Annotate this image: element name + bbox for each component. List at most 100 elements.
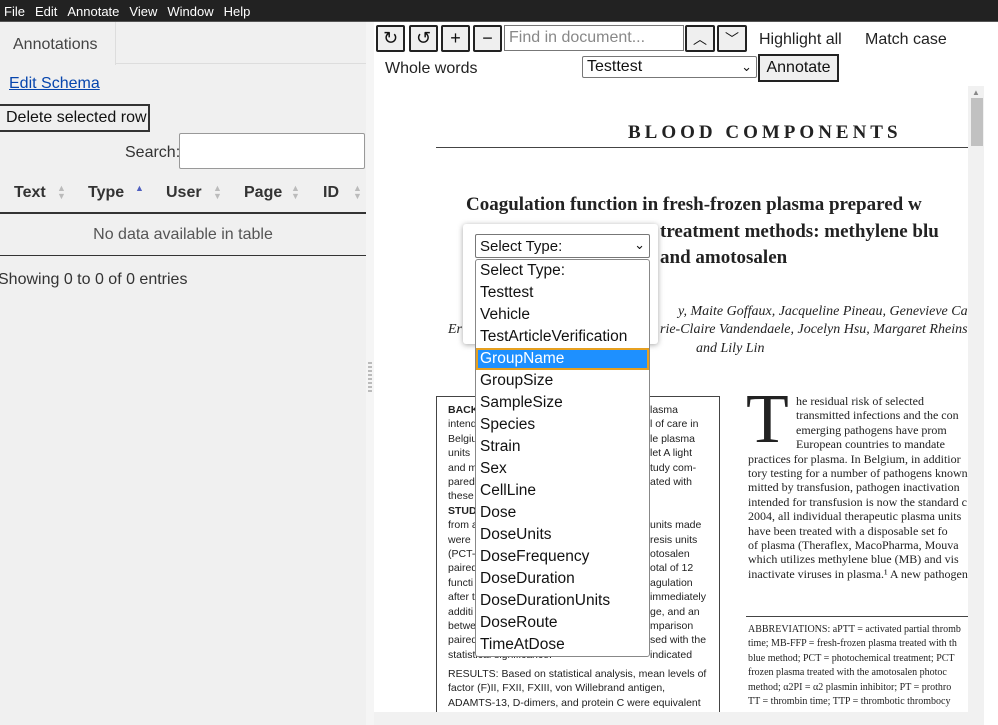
column-header-page[interactable]: Page (244, 184, 282, 202)
zoom-out-button[interactable]: − (473, 25, 502, 52)
no-data-message: No data available in table (93, 226, 273, 243)
abstract-line: l of care in (650, 418, 699, 431)
abstract-line: agulation (650, 576, 693, 589)
author-line: and Lily Lin (696, 341, 765, 356)
abstract-line: RESULTS: Based on statistical analysis, … (448, 668, 707, 680)
select-option[interactable]: DoseFrequency (476, 546, 649, 568)
abbreviation-line: blue method; PCT = photochemical treatme… (748, 652, 955, 664)
body-line: have been treated with a disposable set … (748, 523, 948, 538)
menu-help[interactable]: Help (220, 0, 257, 22)
column-header-id[interactable]: ID (323, 184, 339, 202)
rotate-counterclockwise-button[interactable]: ↺ (409, 25, 438, 52)
menu-window[interactable]: Window (163, 0, 219, 22)
horizontal-scrollbar[interactable] (374, 712, 968, 725)
whole-words-option[interactable]: Whole words (385, 60, 477, 78)
chevron-down-icon: ⌄ (634, 237, 645, 252)
column-header-user[interactable]: User (166, 184, 202, 202)
rotate-clockwise-button[interactable]: ↻ (376, 25, 405, 52)
minus-icon: − (482, 28, 493, 48)
find-next-button[interactable]: ﹀ (717, 25, 747, 52)
select-option[interactable]: Sex (476, 458, 649, 480)
column-header-text[interactable]: Text (14, 184, 46, 202)
chevron-down-icon: ﹀ (725, 30, 739, 47)
sort-icon: ▲ ▼ (291, 183, 300, 201)
abstract-line: after t (448, 591, 475, 604)
sort-icon: ▲ ▼ (353, 183, 362, 201)
find-in-document-input[interactable]: Find in document... (504, 25, 684, 51)
select-option[interactable]: Select Type: (476, 260, 649, 282)
plus-icon: + (450, 28, 461, 48)
delete-selected-row-button[interactable]: Delete selected row (0, 104, 150, 132)
select-type-dropdown[interactable]: Select Type: ⌄ (475, 234, 650, 258)
table-info: Showing 0 to 0 of 0 entries (0, 271, 188, 288)
menu-annotate[interactable]: Annotate (63, 0, 125, 22)
article-title-line: treatment methods: methylene blu (660, 221, 939, 242)
select-option[interactable]: DoseDuration (476, 568, 649, 590)
select-option[interactable]: Testtest (476, 282, 649, 304)
match-case-option[interactable]: Match case (865, 31, 947, 49)
search-input[interactable] (179, 133, 365, 169)
select-option[interactable]: DoseUnits (476, 524, 649, 546)
chevron-down-icon: ⌄ (741, 59, 752, 74)
select-option[interactable]: DoseDurationUnits (476, 590, 649, 612)
highlight-all-option[interactable]: Highlight all (759, 31, 842, 49)
select-option[interactable]: Vehicle (476, 304, 649, 326)
body-line: intended for transfusion is now the stan… (748, 494, 967, 509)
abstract-line: from a (448, 519, 478, 532)
drop-cap: T (746, 381, 789, 458)
select-type-value: Select Type: (480, 238, 563, 255)
annotate-button[interactable]: Annotate (758, 54, 839, 82)
body-line: inactivate viruses in plasma.¹ A new pat… (748, 566, 968, 581)
select-option[interactable]: CellLine (476, 480, 649, 502)
body-line: of plasma (Theraflex, MacoPharma, Mouva (748, 538, 959, 552)
abstract-line: let A light (650, 447, 693, 460)
scrollbar-thumb[interactable] (971, 98, 983, 146)
abstract-line: le plasma (650, 432, 695, 445)
vertical-scrollbar[interactable]: ▲ (968, 86, 984, 725)
document-panel: ↻ ↺ + − Find in document... ︿ ﹀ Highligh… (374, 22, 998, 725)
abstract-line: units made (650, 519, 702, 532)
select-option[interactable]: SampleSize (476, 392, 649, 414)
body-line: emerging pathogens have prom (796, 422, 947, 437)
menu-file[interactable]: File (0, 0, 31, 22)
menu-bar: File Edit Annotate View Window Help (0, 0, 998, 22)
select-option[interactable]: DoseRoute (476, 612, 649, 634)
select-option[interactable]: GroupName (476, 348, 649, 370)
panel-splitter[interactable] (366, 22, 374, 725)
tab-annotations[interactable]: Annotations (0, 22, 116, 65)
select-option[interactable]: Strain (476, 436, 649, 458)
redo-icon: ↻ (382, 28, 399, 48)
abstract-line: resis units (650, 533, 698, 546)
find-previous-button[interactable]: ︿ (685, 25, 715, 52)
select-type-options: Select Type: Testtest Vehicle TestArticleVe… (475, 259, 650, 657)
article-title-line: Coagulation function in fresh-frozen pla… (466, 194, 922, 215)
menu-view[interactable]: View (125, 0, 163, 22)
select-option[interactable]: TestArticleVerification (476, 326, 649, 348)
abstract-line: additi (448, 605, 474, 618)
drag-handle-icon[interactable] (368, 362, 372, 394)
abstract-line: and m (448, 461, 478, 474)
pdf-viewer[interactable]: BLOOD COMPONENTS Coagulation function in… (374, 86, 998, 725)
abstract-line: pared (448, 476, 475, 488)
abstract-line: STUD (448, 504, 477, 517)
abstract-line: otosalen (650, 548, 690, 560)
annotation-type-select[interactable]: Testtest ⌄ (582, 56, 757, 78)
select-option[interactable]: Dose (476, 502, 649, 524)
abbreviation-line: TT = thrombin time; TTP = thrombotic thr… (748, 696, 951, 707)
column-header-type[interactable]: Type (88, 184, 124, 202)
abstract-line: units (448, 447, 471, 460)
edit-schema-link[interactable]: Edit Schema (9, 75, 100, 93)
abstract-line: tudy com- (650, 461, 697, 474)
select-option[interactable]: Species (476, 414, 649, 436)
select-option[interactable]: TimeAtDose (476, 634, 649, 656)
zoom-in-button[interactable]: + (441, 25, 470, 52)
body-line: he residual risk of selected (796, 394, 924, 408)
abstract-line: sed with the (650, 634, 707, 647)
undo-icon: ↺ (415, 28, 432, 48)
abstract-line: ated with (650, 476, 693, 488)
select-option[interactable]: GroupSize (476, 370, 649, 392)
menu-edit[interactable]: Edit (31, 0, 63, 22)
author-line: Er (448, 322, 462, 337)
scroll-up-icon[interactable]: ▲ (972, 88, 980, 97)
abstract-line: betwe (448, 620, 477, 632)
